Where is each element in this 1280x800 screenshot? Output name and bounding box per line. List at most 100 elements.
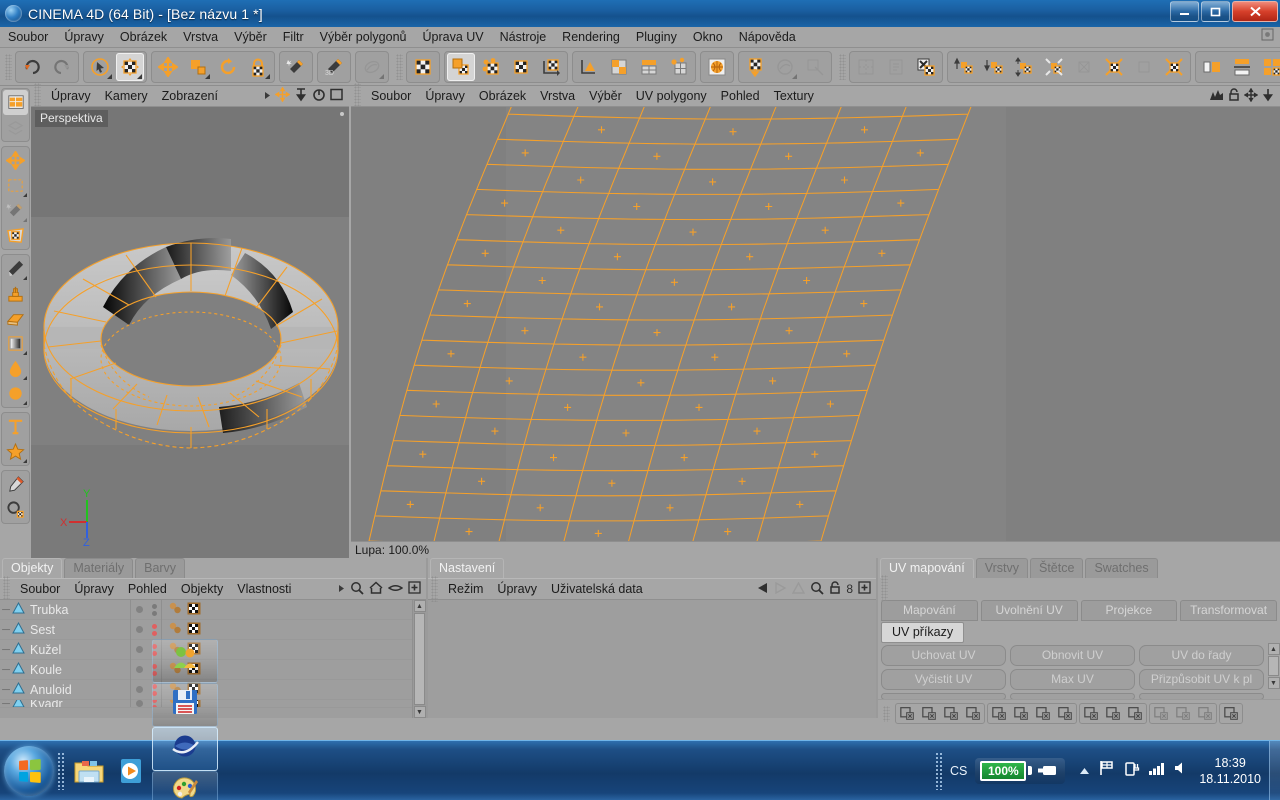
explorer-icon[interactable] xyxy=(69,749,109,793)
attributes-body[interactable] xyxy=(428,600,876,718)
eyedropper-icon[interactable] xyxy=(3,472,28,497)
redo-icon[interactable] xyxy=(48,53,76,81)
dot-bottom[interactable] xyxy=(151,630,157,636)
uvvp-menu-soubor[interactable]: Soubor xyxy=(364,87,418,106)
panel-grip[interactable] xyxy=(839,53,846,80)
uv-mesh-select-icon[interactable] xyxy=(116,52,144,81)
rotate-tool-icon[interactable] xyxy=(214,53,242,81)
uv-move-down-icon[interactable] xyxy=(980,53,1008,81)
smudge-icon[interactable] xyxy=(358,53,386,81)
taskbar-button-browser[interactable] xyxy=(152,726,218,771)
uv-edge-mode-icon[interactable] xyxy=(477,53,505,81)
om-menu-objekty[interactable]: Objekty xyxy=(174,580,230,599)
flyout-corner-icon[interactable] xyxy=(23,193,27,197)
uv-pin-icon[interactable] xyxy=(1173,705,1193,722)
uv-relax-icon[interactable] xyxy=(771,53,799,81)
uv-optimize-icon[interactable] xyxy=(1125,705,1145,722)
gradient-icon[interactable] xyxy=(3,331,28,356)
text-icon[interactable] xyxy=(3,414,28,439)
uv-island-mode-icon[interactable] xyxy=(537,53,565,81)
menu-filtr[interactable]: Filtr xyxy=(275,28,312,47)
maximize-view-icon[interactable] xyxy=(330,88,343,104)
volume-icon[interactable] xyxy=(1174,761,1189,780)
uv-rotate-icon[interactable] xyxy=(1033,705,1053,722)
fill-icon[interactable] xyxy=(3,356,28,381)
panel-grip[interactable] xyxy=(881,575,888,601)
attr-menu-uzivatelska-data[interactable]: Uživatelská data xyxy=(544,580,650,599)
taskbar-grip[interactable] xyxy=(57,751,66,790)
om-menu-pohled[interactable]: Pohled xyxy=(121,580,174,599)
menu-obrazek[interactable]: Obrázek xyxy=(112,28,175,47)
om-menu-vlastnosti[interactable]: Vlastnosti xyxy=(230,580,298,599)
menu-vrstva[interactable]: Vrstva xyxy=(175,28,226,47)
uvbtn-vycistit-uv[interactable]: Vyčistit UV xyxy=(881,669,1006,690)
scroll-thumb[interactable] xyxy=(414,613,425,705)
scroll-up-arrow[interactable]: ▲ xyxy=(413,600,426,612)
uvbtn-uv-do-rady[interactable]: UV do řady xyxy=(1139,645,1264,666)
tray-grip[interactable] xyxy=(934,751,944,790)
panel-grip[interactable] xyxy=(883,705,890,722)
safely-remove-icon[interactable] xyxy=(1124,760,1140,781)
projection-cubic-icon[interactable] xyxy=(605,53,633,81)
brush-icon[interactable] xyxy=(3,256,28,281)
uv-new-icon[interactable] xyxy=(941,705,961,722)
flyout-corner-icon[interactable] xyxy=(107,73,112,79)
perspective-viewport-canvas[interactable]: Perspektiva Y X Z xyxy=(31,107,349,558)
uvbtn-partial-2[interactable] xyxy=(1010,693,1135,699)
media-player-icon[interactable] xyxy=(111,749,151,793)
uvvp-menu-vrstva[interactable]: Vrstva xyxy=(533,87,582,106)
uv-select-all-icon[interactable] xyxy=(852,53,880,81)
tab-swatches[interactable]: Swatches xyxy=(1085,558,1158,578)
perspective-grid-icon[interactable] xyxy=(3,223,28,248)
menu-napoveda[interactable]: Nápověda xyxy=(731,28,804,47)
move-icon[interactable] xyxy=(1243,87,1259,105)
eraser-icon[interactable] xyxy=(3,306,28,331)
object-visibility-dots[interactable] xyxy=(130,599,162,620)
search-icon[interactable] xyxy=(810,581,824,598)
uv-sphere-map-icon[interactable] xyxy=(703,53,731,81)
panel-grip[interactable] xyxy=(431,576,438,602)
texture-view-icon[interactable] xyxy=(409,53,437,81)
table-row[interactable]: ─ Trubka xyxy=(0,599,412,620)
uvvp-menu-obrazek[interactable]: Obrázek xyxy=(472,87,533,106)
uv-align-icon[interactable] xyxy=(1081,705,1101,722)
uvbtn-obnovit-uv[interactable]: Obnovit UV xyxy=(1010,645,1135,666)
uvbtn-partial-3[interactable] xyxy=(1139,693,1264,699)
object-visibility-dots[interactable] xyxy=(130,619,162,640)
layers-icon[interactable] xyxy=(3,115,28,140)
scale-camera-icon[interactable] xyxy=(294,87,308,105)
projection-spherical-icon[interactable] xyxy=(665,53,693,81)
projection-flat-icon[interactable] xyxy=(635,53,663,81)
uvw-tag-icon[interactable] xyxy=(187,602,201,618)
lock-open-icon[interactable] xyxy=(829,581,841,597)
uv-copy-icon[interactable] xyxy=(897,705,917,722)
move-tool-icon[interactable] xyxy=(154,53,182,81)
tab-stetce[interactable]: Štětce xyxy=(1030,558,1084,578)
uv-fit-v-icon[interactable] xyxy=(1010,53,1038,81)
flyout-corner-icon[interactable] xyxy=(23,276,27,280)
material-tag-icon[interactable] xyxy=(168,622,183,638)
tab-uv-mapovani[interactable]: UV mapování xyxy=(880,558,974,578)
uv-move-up-icon[interactable] xyxy=(950,53,978,81)
editor-visibility-dot[interactable] xyxy=(135,646,143,653)
uv-flip-u-icon[interactable] xyxy=(989,705,1009,722)
vp-menu-upravy[interactable]: Úpravy xyxy=(44,87,98,106)
uvbtn-max-uv[interactable]: Max UV xyxy=(1010,669,1135,690)
dot-top[interactable] xyxy=(151,623,157,629)
vp-menu-kamery[interactable]: Kamery xyxy=(98,87,155,106)
uv-fit-icon[interactable] xyxy=(1103,705,1123,722)
tab-vrstvy[interactable]: Vrstvy xyxy=(975,558,1028,578)
network-icon[interactable] xyxy=(1149,762,1165,780)
uvvp-menu-uv-polygony[interactable]: UV polygony xyxy=(629,87,714,106)
editor-visibility-dot[interactable] xyxy=(135,666,143,673)
uv-delete-icon[interactable] xyxy=(963,705,983,722)
flyout-corner-icon[interactable] xyxy=(23,218,27,222)
uv-center-icon[interactable] xyxy=(1100,53,1128,81)
menu-rendering[interactable]: Rendering xyxy=(554,28,628,47)
flyout-corner-icon[interactable] xyxy=(265,73,270,79)
flyout-corner-icon[interactable] xyxy=(137,73,142,79)
scroll-down-arrow[interactable]: ▼ xyxy=(1267,677,1280,689)
panel-grip[interactable] xyxy=(3,576,10,602)
plus-box-icon[interactable] xyxy=(858,581,871,597)
render-visibility-dots[interactable] xyxy=(151,603,157,616)
